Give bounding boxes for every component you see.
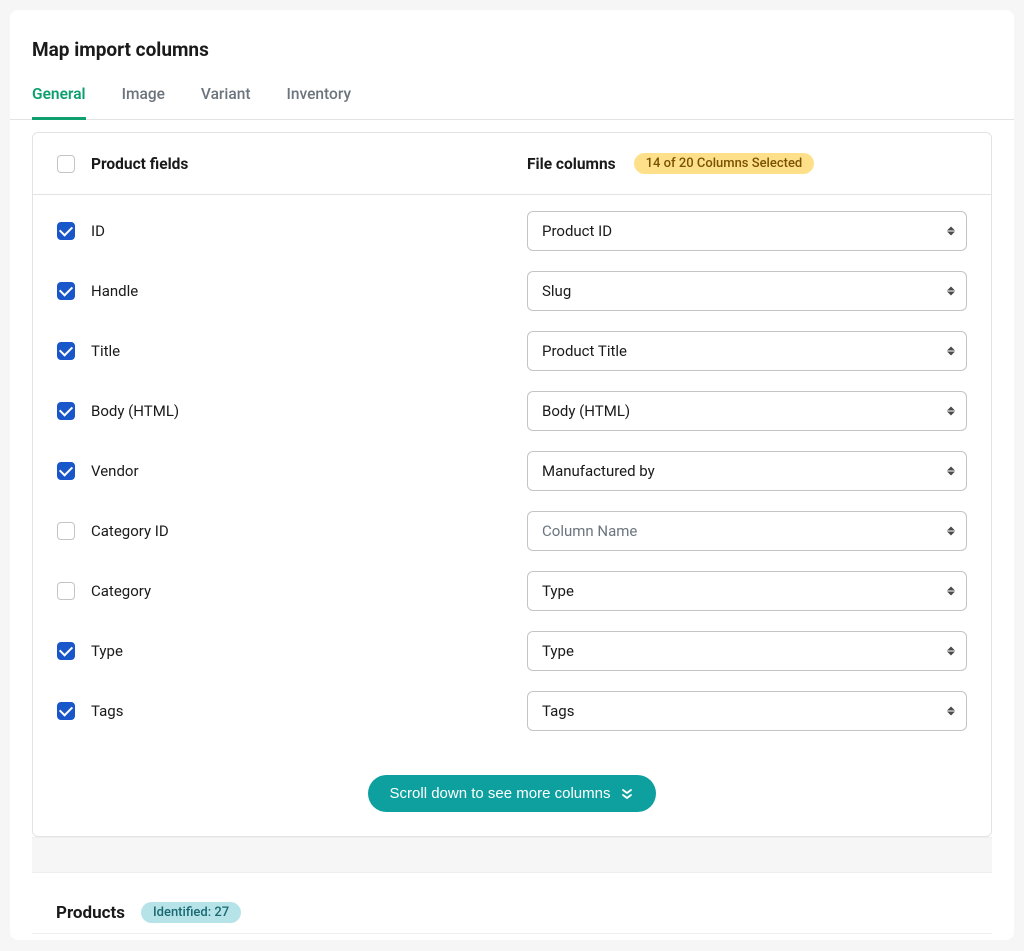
field-label: Tags: [91, 702, 123, 720]
sort-icon: [947, 347, 955, 356]
field-label: Category: [91, 582, 151, 600]
column-select-value: Body (HTML): [527, 391, 967, 431]
mapping-row: Title Product Title: [33, 321, 991, 381]
field-checkbox[interactable]: [57, 342, 75, 360]
mapping-row: Type Type: [33, 621, 991, 681]
column-select-value: Product ID: [527, 211, 967, 251]
column-select[interactable]: Manufactured by: [527, 451, 967, 491]
column-select[interactable]: Slug: [527, 271, 967, 311]
field-checkbox[interactable]: [57, 462, 75, 480]
products-title: Products: [56, 903, 125, 923]
select-all-checkbox[interactable]: [57, 155, 75, 173]
field-label: ID: [91, 222, 105, 240]
field-checkbox[interactable]: [57, 282, 75, 300]
column-select-value: Tags: [527, 691, 967, 731]
sort-icon: [947, 287, 955, 296]
sort-icon: [947, 587, 955, 596]
tab-general[interactable]: General: [32, 85, 86, 120]
field-checkbox[interactable]: [57, 582, 75, 600]
field-checkbox[interactable]: [57, 702, 75, 720]
field-label: Vendor: [91, 462, 139, 480]
mapping-row: Vendor Manufactured by: [33, 441, 991, 501]
column-select-value: Product Title: [527, 331, 967, 371]
scroll-more-button[interactable]: Scroll down to see more columns: [368, 775, 657, 812]
field-label: Title: [91, 342, 120, 360]
column-select[interactable]: Product ID: [527, 211, 967, 251]
mapping-rows: ID Product ID Handle Slug Title Product Title…: [33, 195, 991, 765]
card-header: Product fields File columns 14 of 20 Col…: [33, 133, 991, 195]
column-select[interactable]: Column Name: [527, 511, 967, 551]
tab-image[interactable]: Image: [122, 85, 165, 120]
column-select-value: Type: [527, 571, 967, 611]
products-identified-badge: Identified: 27: [141, 902, 241, 923]
field-label: Body (HTML): [91, 402, 179, 420]
sort-icon: [947, 707, 955, 716]
field-checkbox[interactable]: [57, 522, 75, 540]
chevrons-down-icon: [620, 787, 634, 801]
page-container: Map import columns General Image Variant In…: [10, 10, 1014, 940]
mapping-row: ID Product ID: [33, 201, 991, 261]
sort-icon: [947, 527, 955, 536]
file-columns-header: File columns: [527, 155, 616, 173]
tab-inventory[interactable]: Inventory: [287, 85, 352, 120]
mapping-row: Category Type: [33, 561, 991, 621]
column-select-value: Column Name: [527, 511, 967, 551]
column-select[interactable]: Body (HTML): [527, 391, 967, 431]
sort-icon: [947, 227, 955, 236]
mapping-card: Product fields File columns 14 of 20 Col…: [32, 132, 992, 837]
field-label: Handle: [91, 282, 138, 300]
mapping-row: Handle Slug: [33, 261, 991, 321]
sort-icon: [947, 647, 955, 656]
column-select[interactable]: Type: [527, 571, 967, 611]
field-checkbox[interactable]: [57, 402, 75, 420]
column-select[interactable]: Tags: [527, 691, 967, 731]
products-section: Products Identified: 27: [32, 873, 992, 934]
field-label: Type: [91, 642, 123, 660]
mapping-row: Body (HTML) Body (HTML): [33, 381, 991, 441]
page-title: Map import columns: [10, 38, 1014, 61]
mapping-row: Category ID Column Name: [33, 501, 991, 561]
field-label: Category ID: [91, 522, 169, 540]
tabs-bar: General Image Variant Inventory: [10, 61, 1014, 120]
column-select-value: Type: [527, 631, 967, 671]
column-select-value: Manufactured by: [527, 451, 967, 491]
scroll-more-label: Scroll down to see more columns: [390, 785, 611, 802]
sort-icon: [947, 407, 955, 416]
columns-selected-badge: 14 of 20 Columns Selected: [634, 153, 815, 174]
section-divider: [32, 837, 992, 873]
column-select[interactable]: Type: [527, 631, 967, 671]
field-checkbox[interactable]: [57, 642, 75, 660]
sort-icon: [947, 467, 955, 476]
column-select[interactable]: Product Title: [527, 331, 967, 371]
field-checkbox[interactable]: [57, 222, 75, 240]
product-fields-header: Product fields: [91, 155, 188, 173]
mapping-row: Tags Tags: [33, 681, 991, 741]
column-select-value: Slug: [527, 271, 967, 311]
tab-variant[interactable]: Variant: [201, 85, 251, 120]
